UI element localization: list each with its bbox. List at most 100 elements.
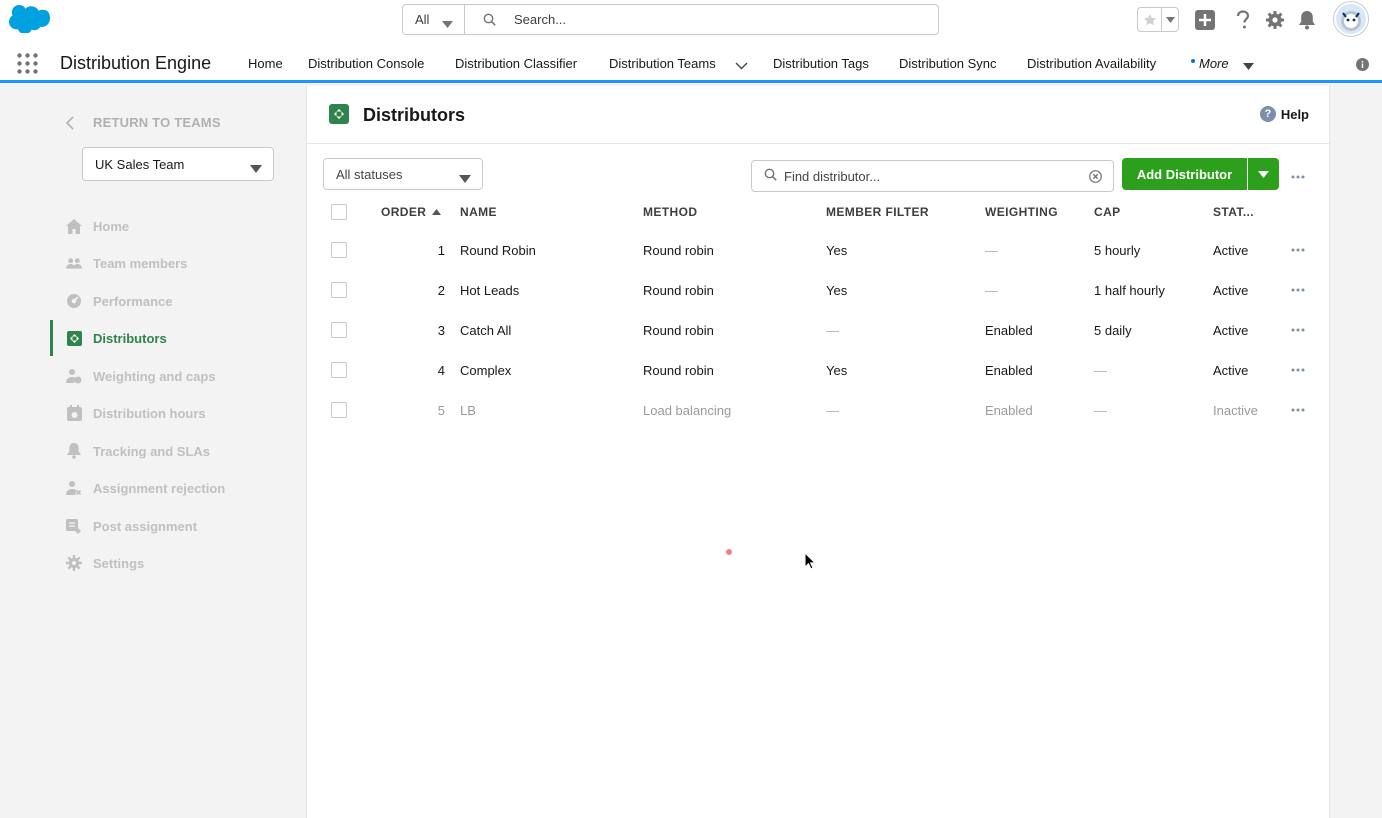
column-header-member-filter[interactable]: MEMBER FILTER [826, 192, 929, 232]
chevron-down-icon [442, 16, 453, 31]
row-status: Inactive [1213, 402, 1258, 418]
home-icon [66, 218, 82, 234]
sidebar-item-settings[interactable]: Settings [66, 553, 144, 573]
row-weighting: Enabled [985, 402, 1033, 418]
row-member-filter: Yes [826, 282, 848, 298]
row-method: Round robin [643, 242, 714, 258]
table-row[interactable]: 1 Round Robin Round robin Yes — 5 hourly… [323, 230, 1323, 270]
salesforce-logo-icon[interactable] [8, 5, 50, 34]
sidebar-item-label: Home [93, 218, 130, 234]
team-members-icon [66, 255, 82, 271]
nav-item-distribution-classifier[interactable]: Distribution Classifier [455, 56, 577, 71]
column-header-order[interactable]: ORDER [381, 192, 442, 232]
team-select[interactable]: UK Sales Team [82, 147, 274, 181]
sidebar-item-distributors[interactable]: Distributors [66, 328, 167, 348]
row-method: Load balancing [643, 402, 732, 418]
chevron-left-icon [66, 115, 74, 130]
row-checkbox[interactable] [331, 282, 347, 298]
column-header-weighting[interactable]: WEIGHTING [985, 192, 1058, 232]
favorites-dropdown-icon[interactable] [1162, 8, 1178, 31]
add-distributor-dropdown[interactable] [1248, 158, 1279, 190]
chevron-down-icon[interactable] [1243, 58, 1254, 73]
row-method: Round robin [643, 282, 714, 298]
help-label: Help [1280, 106, 1309, 122]
clear-search-icon[interactable] [1089, 170, 1102, 186]
sidebar-item-label: Post assignment [93, 518, 198, 534]
nav-item-distribution-availability[interactable]: Distribution Availability [1027, 56, 1156, 71]
sidebar-item-label: Assignment rejection [93, 480, 226, 496]
team-select-value: UK Sales Team [95, 156, 185, 172]
sidebar-item-team-members[interactable]: Team members [66, 253, 187, 273]
sidebar-item-distribution-hours[interactable]: Distribution hours [66, 403, 206, 423]
sort-ascending-icon [432, 209, 442, 215]
row-checkbox[interactable] [331, 402, 347, 418]
nav-more-menu[interactable]: More [1199, 56, 1229, 71]
row-checkbox[interactable] [331, 362, 347, 378]
row-status: Active [1213, 242, 1249, 258]
more-actions-icon[interactable] [1291, 166, 1305, 184]
chevron-down-icon[interactable] [735, 58, 748, 73]
row-order: 3 [437, 322, 445, 338]
page-title: Distributors [363, 105, 466, 125]
status-filter-select[interactable]: All statuses [323, 158, 483, 190]
row-checkbox[interactable] [331, 322, 347, 338]
help-question-icon[interactable] [1232, 9, 1254, 31]
calendar-icon [66, 405, 82, 421]
favorite-star-icon[interactable] [1138, 8, 1162, 31]
row-order: 5 [437, 402, 445, 418]
row-actions-icon[interactable] [1291, 230, 1305, 270]
find-distributor-input[interactable]: Find distributor... [751, 160, 1114, 192]
nav-item-distribution-teams[interactable]: Distribution Teams [609, 56, 716, 71]
sidebar-item-weighting-and-caps[interactable]: Weighting and caps [66, 366, 216, 386]
row-actions-icon[interactable] [1291, 310, 1305, 350]
user-avatar[interactable] [1334, 2, 1368, 36]
sidebar-item-tracking-and-slas[interactable]: Tracking and SLAs [66, 441, 210, 461]
column-header-name[interactable]: NAME [460, 192, 497, 232]
row-actions-icon[interactable] [1291, 270, 1305, 310]
post-assignment-icon [66, 518, 82, 534]
app-navigation-bar: Distribution Engine Home Distribution Co… [0, 40, 1382, 83]
notifications-bell-icon[interactable] [1296, 9, 1318, 31]
table-header-row: ORDER NAME METHOD MEMBER FILTER WEIGHTIN… [323, 192, 1323, 232]
row-member-filter: — [826, 402, 839, 418]
row-actions-icon[interactable] [1291, 390, 1305, 430]
search-scope-select[interactable]: All [403, 5, 465, 34]
nav-item-distribution-console[interactable]: Distribution Console [308, 56, 424, 71]
column-header-cap[interactable]: CAP [1094, 192, 1121, 232]
sidebar-item-performance[interactable]: Performance [66, 291, 172, 311]
nav-item-home[interactable]: Home [248, 56, 283, 71]
select-all-checkbox[interactable] [331, 204, 347, 220]
global-search: All Search... [402, 4, 939, 35]
weighting-user-icon [66, 368, 82, 384]
nav-item-distribution-sync[interactable]: Distribution Sync [899, 56, 997, 71]
sidebar-item-post-assignment[interactable]: Post assignment [66, 516, 197, 536]
nav-item-distribution-tags[interactable]: Distribution Tags [773, 56, 869, 71]
add-distributor-button[interactable]: Add Distributor [1122, 158, 1247, 190]
column-header-status[interactable]: STAT... [1213, 192, 1254, 232]
return-to-teams-link[interactable]: RETURN TO TEAMS [66, 115, 221, 130]
row-name: Complex [460, 362, 512, 378]
help-link[interactable]: ? Help [1259, 106, 1309, 122]
help-circle-icon: ? [1259, 106, 1276, 122]
performance-gauge-icon [66, 293, 82, 309]
global-add-icon[interactable] [1194, 9, 1216, 31]
search-input[interactable]: Search... [465, 5, 938, 34]
column-header-method[interactable]: METHOD [643, 192, 697, 232]
row-cap: 5 hourly [1094, 242, 1141, 258]
sidebar-item-label: Weighting and caps [93, 368, 216, 384]
row-actions-icon[interactable] [1291, 350, 1305, 390]
sidebar-item-assignment-rejection[interactable]: Assignment rejection [66, 478, 225, 498]
info-icon[interactable] [1356, 58, 1369, 76]
app-launcher-waffle-icon[interactable] [17, 53, 38, 79]
favorites-group [1137, 7, 1179, 32]
row-method: Round robin [643, 322, 714, 338]
sidebar-item-home[interactable]: Home [66, 216, 129, 236]
table-row[interactable]: 4 Complex Round robin Yes Enabled — Acti… [323, 350, 1323, 390]
setup-gear-icon[interactable] [1264, 9, 1286, 31]
table-row[interactable]: 2 Hot Leads Round robin Yes — 1 half hou… [323, 270, 1323, 310]
table-row[interactable]: 3 Catch All Round robin — Enabled 5 dail… [323, 310, 1323, 350]
row-checkbox[interactable] [331, 242, 347, 258]
table-row[interactable]: 5 LB Load balancing — Enabled — Inactive [323, 390, 1323, 430]
row-method: Round robin [643, 362, 714, 378]
sidebar-item-label: Tracking and SLAs [93, 443, 211, 459]
